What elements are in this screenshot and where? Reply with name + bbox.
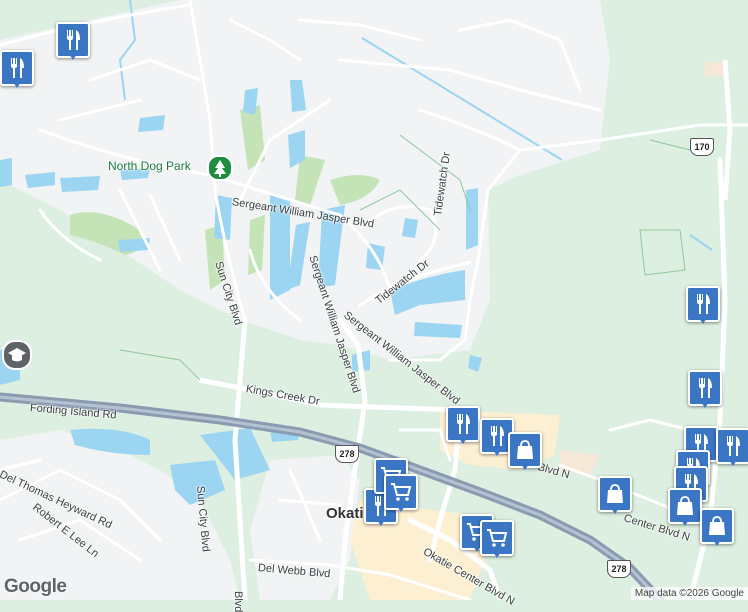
restaurant-icon: [699, 378, 712, 398]
shopping-pin-3[interactable]: [668, 488, 702, 526]
route-278-shield-east: 278: [607, 560, 631, 578]
restaurant-pin-2[interactable]: [0, 50, 34, 88]
shopping-pin-4[interactable]: [700, 508, 734, 546]
restaurant-pin-1[interactable]: [56, 22, 90, 60]
pin-tail: [459, 438, 467, 444]
pin-body[interactable]: [668, 488, 702, 524]
pin-body[interactable]: [716, 428, 748, 464]
shopping-bag-icon: [517, 440, 533, 459]
pin-body[interactable]: [480, 520, 514, 556]
blvd-bottom-label: Blvd: [232, 591, 244, 612]
pin-body[interactable]: [508, 432, 542, 468]
pin-tail: [611, 508, 619, 514]
restaurant-pin-3[interactable]: [446, 406, 480, 444]
park-icon: [207, 155, 233, 181]
shopping-bag-icon: [709, 516, 725, 535]
pin-body[interactable]: [700, 508, 734, 544]
pin-tail: [701, 402, 709, 408]
route-170-shield: 170: [690, 138, 714, 156]
shopping-bag-icon: [677, 496, 693, 515]
shopping-bag-icon: [607, 484, 623, 503]
north-dog-park-label: North Dog Park: [108, 159, 191, 173]
restaurant-pin-6[interactable]: [688, 370, 722, 408]
route-278-shield: 278: [335, 445, 359, 463]
pin-body[interactable]: [686, 286, 720, 322]
pin-body[interactable]: [384, 474, 418, 510]
pin-tail: [397, 506, 405, 512]
pin-tail: [729, 460, 737, 466]
pin-body[interactable]: [598, 476, 632, 512]
pin-tail: [521, 464, 529, 470]
pin-tail: [681, 520, 689, 526]
pin-body[interactable]: [688, 370, 722, 406]
restaurant-pin-8[interactable]: [716, 428, 748, 466]
grocery-pin-4[interactable]: [480, 520, 514, 558]
school-icon[interactable]: [2, 340, 32, 370]
shopping-cart-icon: [391, 483, 412, 501]
pin-tail: [13, 82, 21, 88]
restaurant-icon: [11, 58, 24, 78]
shopping-pin-1[interactable]: [508, 432, 542, 470]
restaurant-icon: [727, 436, 740, 456]
restaurant-icon: [697, 294, 710, 314]
pin-tail: [493, 450, 501, 456]
restaurant-pin-5[interactable]: [686, 286, 720, 324]
grocery-pin-2[interactable]: [384, 474, 418, 512]
restaurant-icon: [457, 414, 470, 434]
pin-tail: [69, 54, 77, 60]
map-attribution: Map data ©2026 Google: [630, 587, 748, 600]
pin-body[interactable]: [56, 22, 90, 58]
pin-body[interactable]: [446, 406, 480, 442]
pin-tail: [713, 540, 721, 546]
shopping-cart-icon: [487, 529, 508, 547]
restaurant-icon: [491, 426, 504, 446]
google-logo: Google: [4, 576, 67, 597]
pin-body[interactable]: [0, 50, 34, 86]
pin-tail: [493, 552, 501, 558]
pin-tail: [699, 318, 707, 324]
shopping-pin-2[interactable]: [598, 476, 632, 514]
pin-tail: [377, 520, 385, 526]
restaurant-icon: [67, 30, 80, 50]
